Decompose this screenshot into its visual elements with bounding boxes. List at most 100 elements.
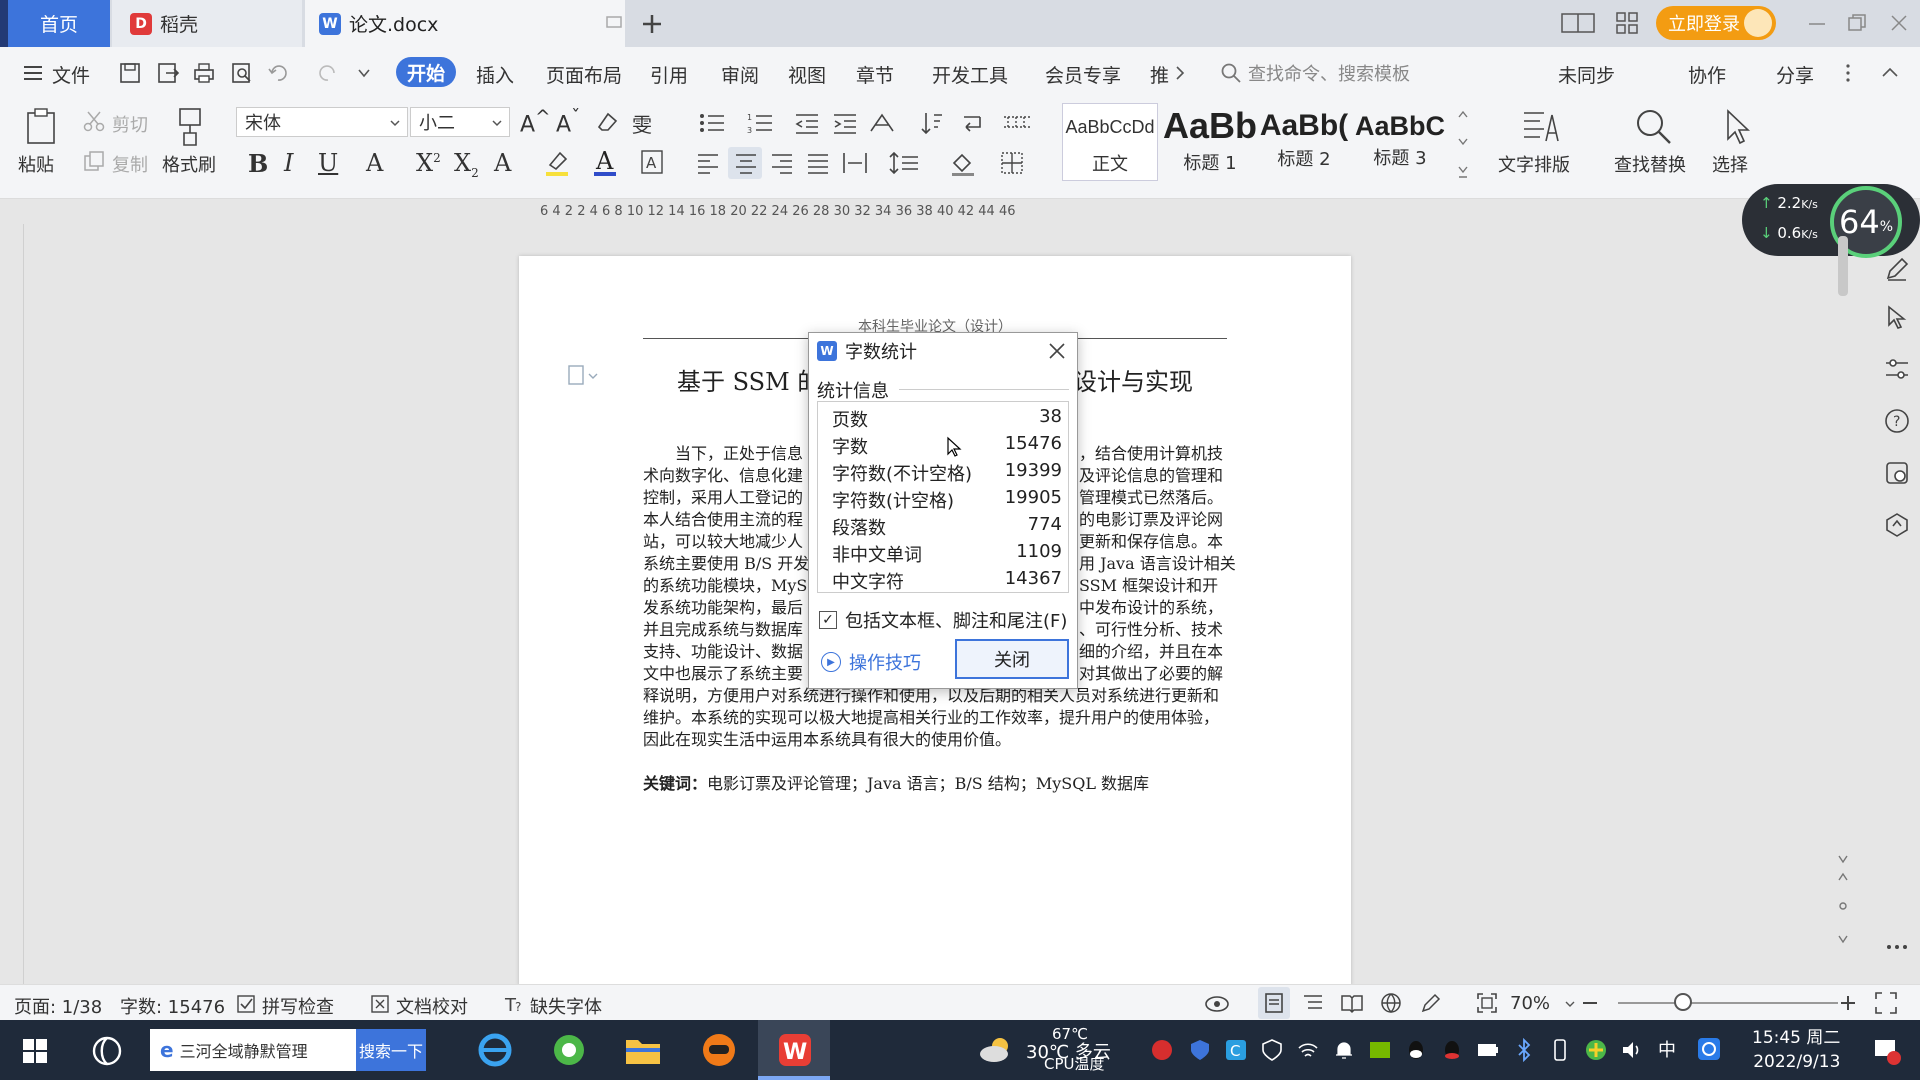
line-spacing-icon[interactable]: [888, 151, 922, 175]
copy-button[interactable]: 复制: [112, 151, 148, 177]
fullscreen-icon[interactable]: [1874, 991, 1898, 1015]
taskbar-app-wps[interactable]: W: [772, 1028, 818, 1072]
proofread-button[interactable]: 文档校对: [396, 993, 468, 1019]
superscript-button[interactable]: X2: [416, 149, 441, 177]
menu-references[interactable]: 引用: [650, 61, 688, 88]
tray-defender-icon[interactable]: [1260, 1038, 1284, 1062]
tray-app-icon[interactable]: [1150, 1038, 1174, 1062]
text-layout-icon[interactable]: [1520, 107, 1560, 147]
print-icon[interactable]: [192, 61, 216, 85]
eye-protect-icon[interactable]: [1204, 992, 1230, 1016]
tray-qq-icon[interactable]: [1404, 1038, 1428, 1062]
document-outline-icon[interactable]: [567, 364, 603, 388]
menu-file[interactable]: 文件: [52, 61, 90, 88]
close-icon[interactable]: [1045, 339, 1069, 363]
copy-icon[interactable]: [82, 149, 106, 173]
char-border-icon[interactable]: A: [640, 149, 664, 175]
network-speed-widget[interactable]: ↑ 2.2K/s ↓ 0.6K/s 64%: [1742, 184, 1920, 258]
zoom-dropdown-icon[interactable]: [1564, 999, 1576, 1009]
pen-icon[interactable]: [1884, 256, 1910, 282]
text-effects-button[interactable]: A: [494, 149, 511, 177]
decrease-indent-icon[interactable]: [794, 111, 820, 135]
menu-recommend[interactable]: 推: [1150, 61, 1169, 88]
tray-q-icon[interactable]: [1696, 1036, 1722, 1062]
table-lines-icon[interactable]: [1002, 111, 1032, 133]
tips-link[interactable]: ▶ 操作技巧: [821, 649, 921, 675]
cpu-temp[interactable]: 67℃ CPU温度: [1044, 1024, 1105, 1074]
hamburger-icon[interactable]: [22, 63, 44, 83]
include-textbox-checkbox[interactable]: ✓ 包括文本框、脚注和尾注(F): [819, 607, 1067, 633]
missing-font-button[interactable]: 缺失字体: [530, 993, 602, 1019]
underline-button[interactable]: U: [318, 149, 338, 177]
tab-daoke[interactable]: D 稻壳: [112, 0, 302, 47]
font-size-select[interactable]: 小二: [410, 107, 510, 137]
volume-icon[interactable]: [1620, 1038, 1644, 1062]
taskbar-app-360-browser[interactable]: [546, 1028, 592, 1072]
menu-page-layout[interactable]: 页面布局: [546, 61, 622, 88]
cursor-select-icon[interactable]: [1884, 304, 1910, 330]
font-color-button[interactable]: A: [596, 147, 613, 175]
zoom-out-icon[interactable]: [1580, 993, 1600, 1013]
borders-icon[interactable]: [1000, 151, 1026, 175]
zoom-slider-handle[interactable]: [1674, 993, 1692, 1011]
apps-grid-icon[interactable]: [1614, 10, 1640, 36]
clear-format-icon[interactable]: [594, 109, 620, 135]
highlight-icon[interactable]: [544, 149, 570, 177]
command-search[interactable]: 查找命令、搜索模板: [1220, 60, 1410, 86]
increase-indent-icon[interactable]: [832, 111, 858, 135]
phonetic-guide-icon[interactable]: 雯: [632, 109, 652, 138]
bluetooth-icon[interactable]: [1512, 1038, 1536, 1062]
menu-chapter[interactable]: 章节: [856, 61, 894, 88]
menu-developer[interactable]: 开发工具: [932, 61, 1008, 88]
close-button[interactable]: 关闭: [955, 639, 1069, 679]
web-view-icon[interactable]: [1380, 992, 1402, 1014]
tray-nvidia-icon[interactable]: [1368, 1038, 1392, 1062]
zoom-slider-track[interactable]: [1618, 1002, 1838, 1004]
taskbar-app-recorder[interactable]: [696, 1028, 742, 1072]
cut-button[interactable]: 剪切: [112, 111, 148, 137]
windows-start-icon[interactable]: [22, 1038, 48, 1064]
taskbar-search-input[interactable]: e 三河全域静默管理: [150, 1029, 356, 1071]
tray-360-icon[interactable]: [1584, 1038, 1608, 1062]
vertical-ruler[interactable]: [0, 224, 24, 984]
task-view-icon[interactable]: [90, 1034, 124, 1068]
collapse-ribbon-icon[interactable]: [1878, 61, 1902, 85]
restore-icon[interactable]: [1846, 12, 1868, 34]
new-tab-icon[interactable]: [640, 12, 664, 36]
taskbar-search-button[interactable]: 搜索一下: [356, 1029, 426, 1071]
chinese-layout-icon[interactable]: [868, 111, 898, 135]
action-center-icon[interactable]: [1872, 1036, 1902, 1066]
wifi-icon[interactable]: [1296, 1038, 1320, 1062]
minimize-icon[interactable]: [1806, 12, 1828, 34]
help-icon[interactable]: ?: [1884, 408, 1910, 434]
justify-icon[interactable]: [806, 151, 830, 175]
settings-sliders-icon[interactable]: [1884, 356, 1910, 382]
style-normal[interactable]: AaBbCcDd 正文: [1062, 109, 1158, 181]
unsynced-status[interactable]: 未同步: [1558, 61, 1615, 88]
outline-view-icon[interactable]: [1302, 992, 1324, 1014]
window-icon[interactable]: [605, 14, 623, 32]
style-heading-1[interactable]: AaBb 标题 1: [1162, 105, 1258, 177]
bullet-list-icon[interactable]: [698, 111, 728, 135]
styles-scroll-icon[interactable]: [1456, 107, 1470, 181]
login-button[interactable]: 立即登录: [1656, 6, 1776, 40]
menu-home-start[interactable]: 开始: [396, 57, 456, 87]
layout-icon[interactable]: [1560, 12, 1596, 34]
format-painter-icon[interactable]: [174, 107, 206, 147]
find-replace-icon[interactable]: [1634, 107, 1674, 147]
select-cursor-icon[interactable]: [1722, 107, 1752, 147]
find-replace-button[interactable]: 查找替换: [1614, 151, 1686, 177]
reading-view-icon[interactable]: [1340, 992, 1364, 1014]
page-indicator[interactable]: 页面: 1/38: [14, 993, 102, 1019]
menu-more-icon[interactable]: [1172, 61, 1188, 85]
spell-check-button[interactable]: 拼写检查: [262, 993, 334, 1019]
show-marks-icon[interactable]: [958, 109, 988, 137]
close-window-icon[interactable]: [1888, 12, 1910, 34]
align-right-icon[interactable]: [770, 151, 794, 175]
select-button[interactable]: 选择: [1712, 151, 1748, 177]
print-preview-icon[interactable]: [230, 61, 254, 85]
more-horizontal-icon[interactable]: [1884, 940, 1910, 966]
format-painter-button[interactable]: 格式刷: [162, 151, 216, 177]
menu-view[interactable]: 视图: [788, 61, 826, 88]
font-name-select[interactable]: 宋体: [236, 107, 408, 137]
